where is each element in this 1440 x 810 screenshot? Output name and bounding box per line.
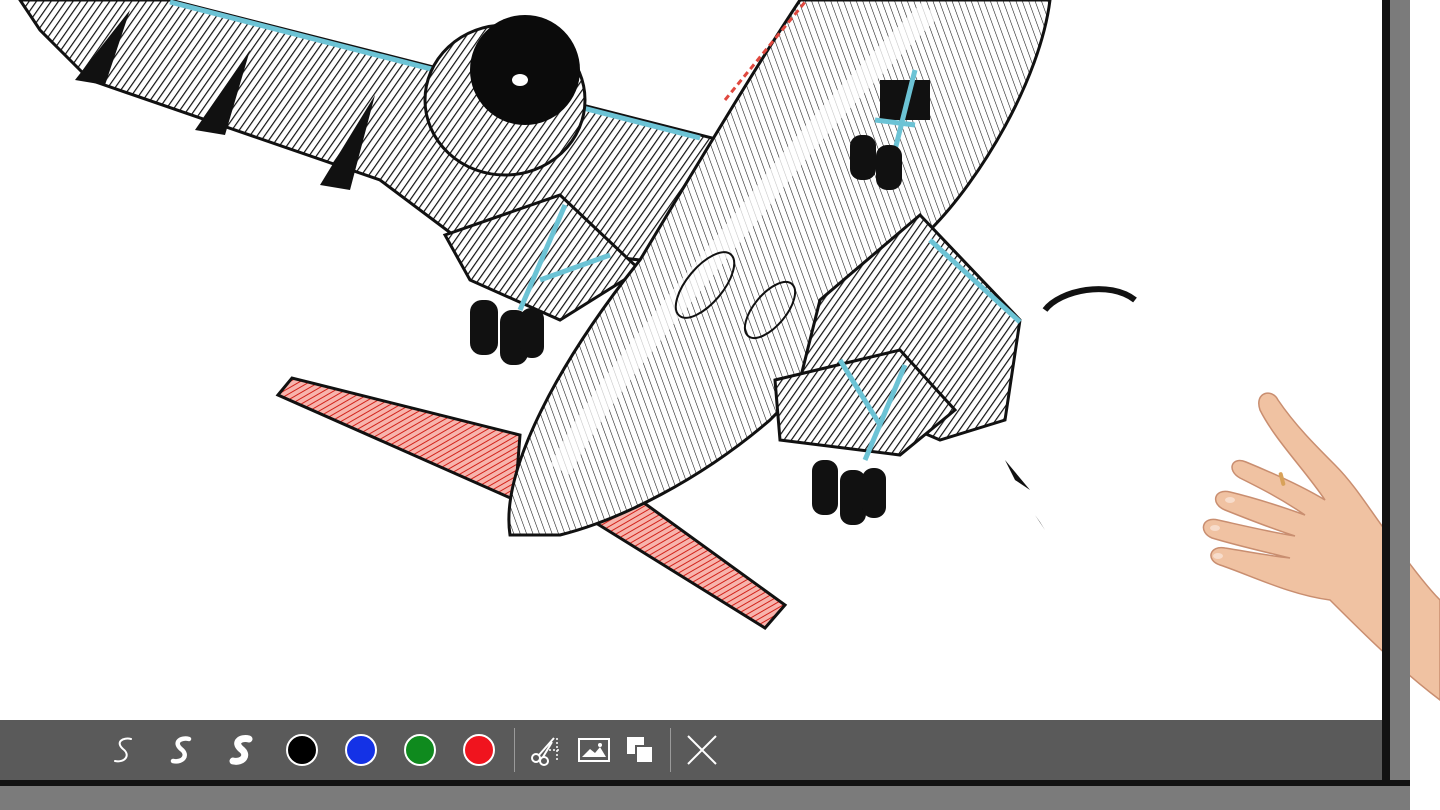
interactive-display — [0, 0, 1440, 810]
color-swatch-green[interactable] — [398, 728, 442, 772]
color-swatch-blue[interactable] — [339, 728, 383, 772]
pen-stroke-thin-icon[interactable] — [102, 728, 146, 772]
pen-stroke-thick-icon[interactable] — [220, 728, 264, 772]
left-wing — [18, 0, 723, 262]
toolbar-divider — [670, 728, 671, 772]
pen-stroke-medium-icon[interactable] — [160, 728, 204, 772]
color-blue-icon — [345, 734, 377, 766]
display-bezel-bottom — [0, 780, 1410, 810]
scissors-capture-icon[interactable] — [523, 728, 567, 772]
color-red-icon — [463, 734, 495, 766]
copy-icon[interactable] — [618, 728, 662, 772]
engine — [423, 15, 587, 177]
toolbar-divider — [514, 728, 515, 772]
color-green-icon — [404, 734, 436, 766]
display-bezel-right — [1382, 0, 1410, 810]
close-icon[interactable] — [680, 728, 724, 772]
color-black-icon — [286, 734, 318, 766]
annotation-toolbar — [0, 720, 1382, 780]
color-swatch-red[interactable] — [457, 728, 501, 772]
image-icon[interactable] — [572, 728, 616, 772]
color-swatch-black[interactable] — [280, 728, 324, 772]
